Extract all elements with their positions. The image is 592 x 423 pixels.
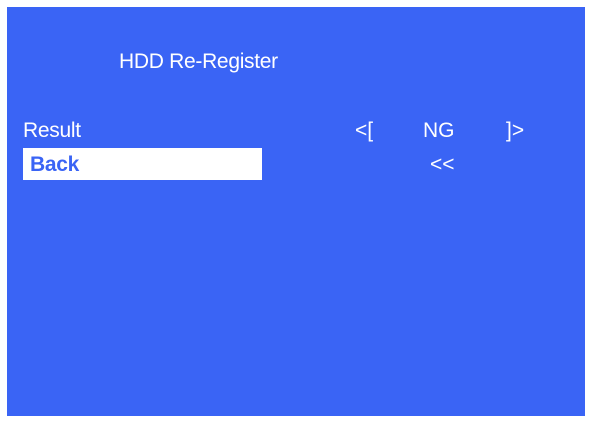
- result-bracket-close[interactable]: ]>: [506, 119, 524, 143]
- result-bracket-open[interactable]: <[: [355, 119, 373, 143]
- page-title: HDD Re-Register: [119, 50, 278, 73]
- back-arrow-value[interactable]: <<: [430, 153, 455, 177]
- osd-screen: HDD Re-Register Result <[ NG ]> Back <<: [7, 7, 585, 416]
- menu-item-result-label[interactable]: Result: [23, 119, 81, 143]
- menu-item-back[interactable]: Back: [23, 148, 262, 180]
- menu-item-back-label: Back: [30, 153, 80, 176]
- result-value[interactable]: NG: [423, 119, 455, 143]
